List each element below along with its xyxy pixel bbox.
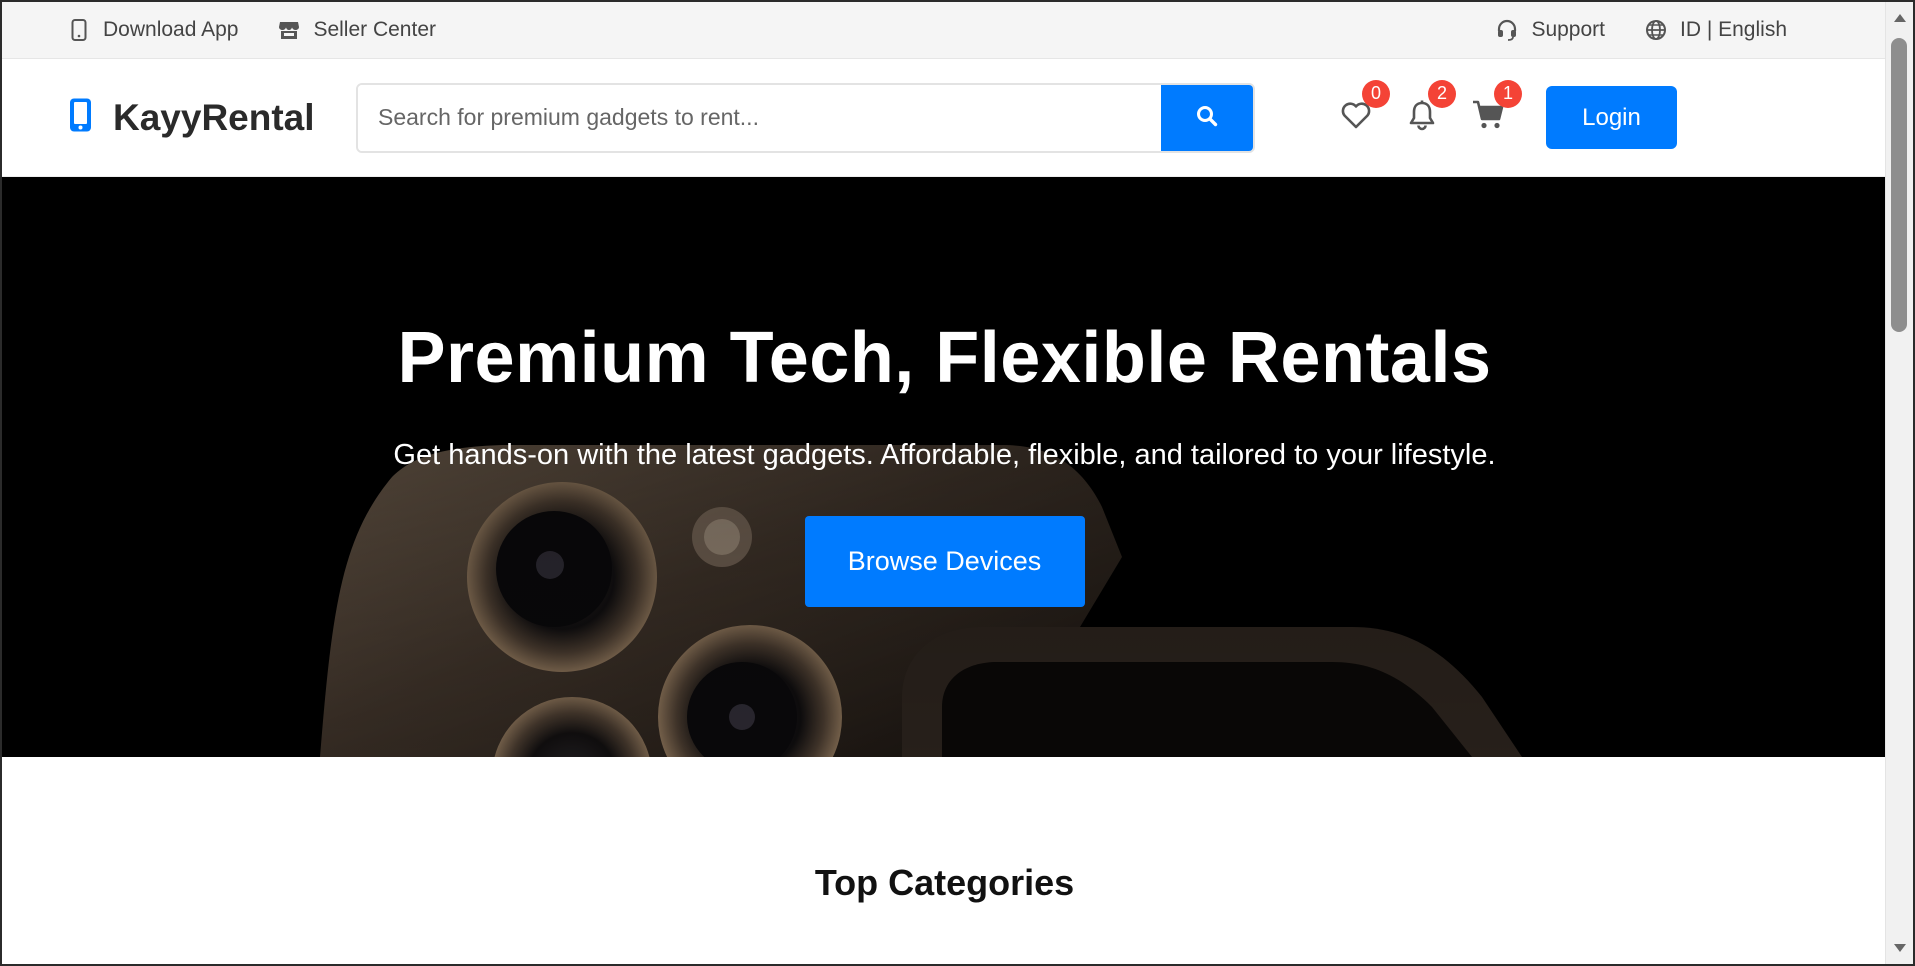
search-input[interactable] [358, 84, 1161, 151]
scroll-thumb[interactable] [1891, 38, 1907, 332]
search-icon [1196, 105, 1218, 130]
top-utility-bar: Download App Seller Center Support ID | … [2, 2, 1887, 59]
login-button[interactable]: Login [1546, 86, 1677, 149]
browse-devices-button[interactable]: Browse Devices [804, 516, 1085, 607]
support-link[interactable]: Support [1496, 18, 1605, 42]
wishlist-button[interactable]: 0 [1338, 79, 1390, 136]
topbar-right: Support ID | English [1496, 18, 1787, 42]
notifications-button[interactable]: 2 [1404, 79, 1456, 136]
download-app-label: Download App [103, 18, 239, 41]
hero-title: Premium Tech, Flexible Rentals [397, 318, 1492, 398]
notifications-badge: 2 [1428, 79, 1456, 108]
topbar-left: Download App Seller Center [68, 18, 436, 42]
seller-center-link[interactable]: Seller Center [278, 18, 436, 42]
search-button[interactable] [1161, 84, 1253, 151]
logo[interactable]: KayyRental [68, 97, 356, 139]
page: Download App Seller Center Support ID | … [2, 2, 1887, 964]
headset-icon [1496, 19, 1518, 41]
seller-center-label: Seller Center [313, 18, 436, 41]
language-label: ID | English [1680, 18, 1787, 41]
scroll-down-arrow[interactable] [1894, 944, 1906, 952]
globe-icon [1645, 19, 1667, 41]
main-header: KayyRental Search for premium gadgets to… [2, 59, 1887, 177]
search-bar [356, 82, 1255, 153]
header-actions: 0 2 1 [1338, 79, 1522, 136]
top-categories-title: Top Categories [814, 862, 1075, 903]
language-selector[interactable]: ID | English [1645, 18, 1787, 42]
mobile-icon [68, 19, 90, 41]
cart-badge: 1 [1494, 79, 1522, 108]
vertical-scrollbar[interactable] [1885, 2, 1913, 964]
hero-subtitle: Get hands-on with the latest gadgets. Af… [393, 439, 1496, 471]
phone-icon [68, 97, 93, 138]
hero-banner: Premium Tech, Flexible Rentals Get hands… [2, 177, 1887, 757]
cart-button[interactable]: 1 [1470, 79, 1522, 136]
browser-window: Download App Seller Center Support ID | … [0, 0, 1915, 966]
store-icon [278, 19, 300, 41]
support-label: Support [1531, 18, 1605, 41]
logo-text: KayyRental [113, 96, 315, 138]
scroll-up-arrow[interactable] [1894, 14, 1906, 22]
download-app-link[interactable]: Download App [68, 18, 238, 42]
wishlist-badge: 0 [1362, 79, 1390, 108]
